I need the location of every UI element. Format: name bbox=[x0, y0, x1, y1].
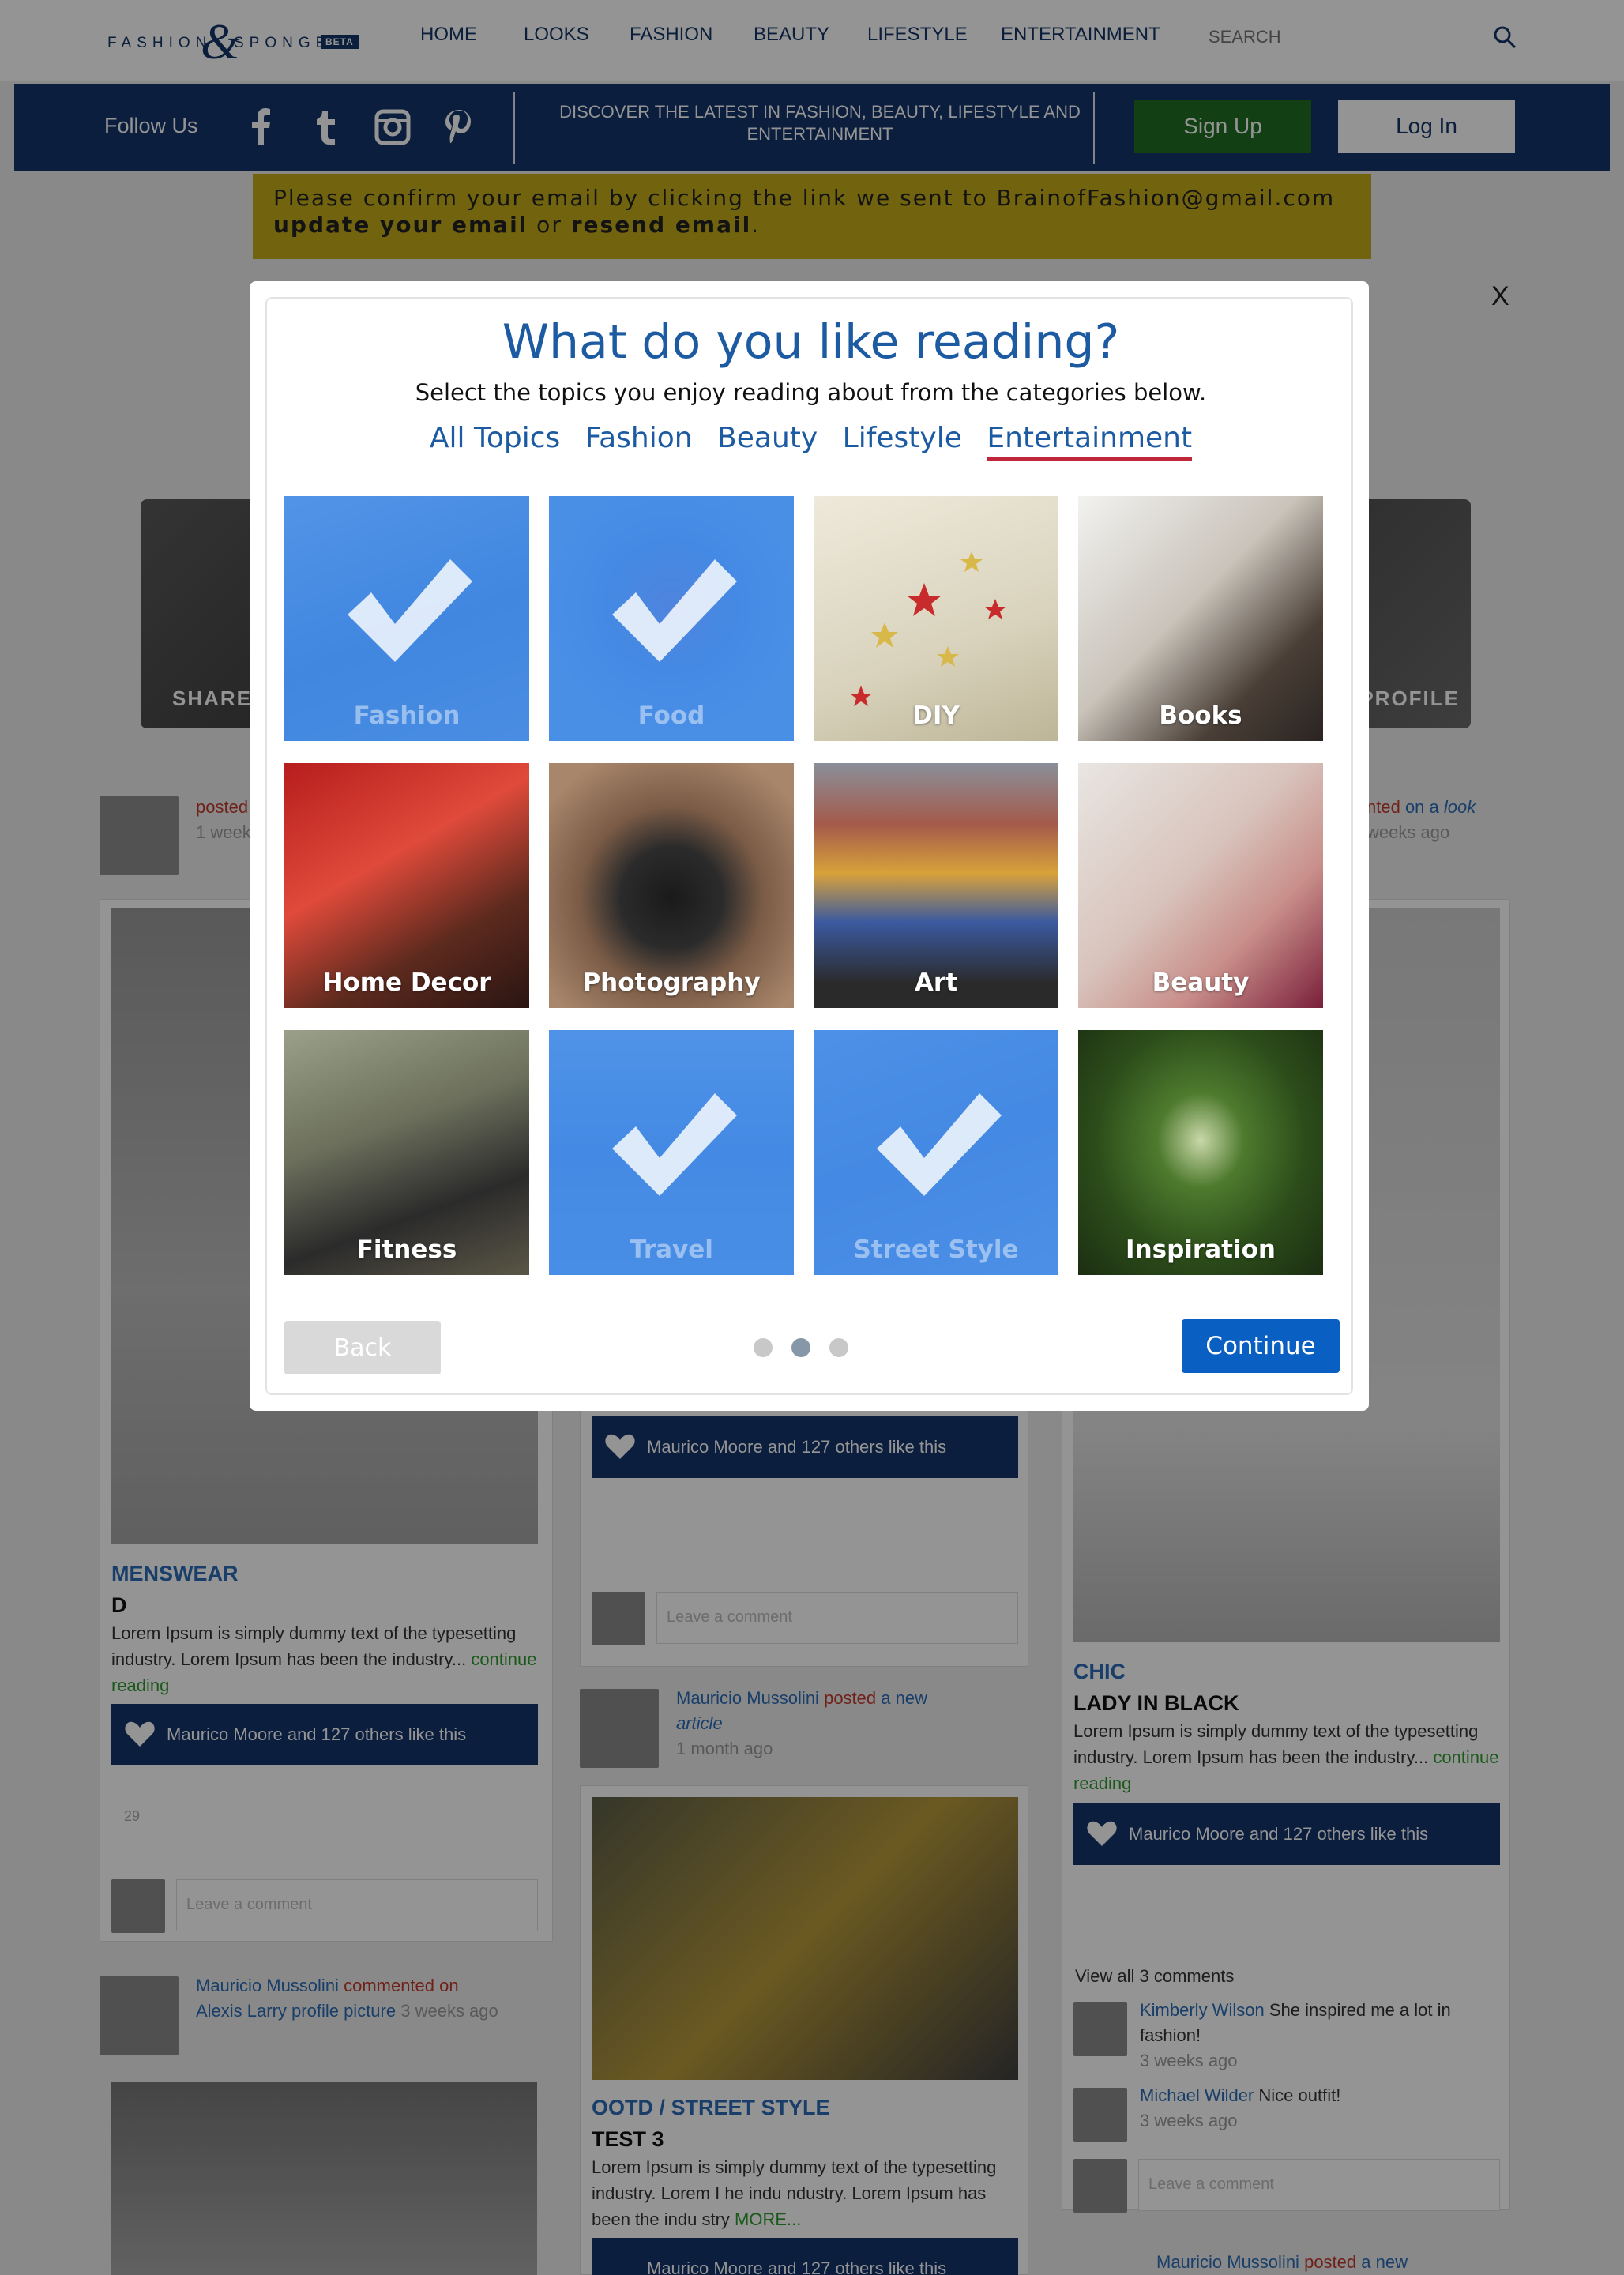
tab-entertainment[interactable]: Entertainment bbox=[987, 422, 1193, 461]
topic-tile-food[interactable]: Food bbox=[549, 496, 794, 741]
page-dot-3[interactable] bbox=[829, 1338, 848, 1357]
topic-label: Food bbox=[637, 701, 705, 730]
topic-label: Art bbox=[914, 968, 958, 997]
modal-frame: What do you like reading? Select the top… bbox=[265, 297, 1353, 1395]
topic-label: Inspiration bbox=[1126, 1235, 1276, 1264]
topic-tabs: All Topics Fashion Beauty Lifestyle Ente… bbox=[267, 422, 1355, 461]
close-modal-button[interactable]: X bbox=[1491, 281, 1509, 312]
topic-label: DIY bbox=[912, 701, 960, 730]
topic-label: Books bbox=[1159, 701, 1242, 730]
topic-picker-modal: What do you like reading? Select the top… bbox=[250, 281, 1369, 1411]
continue-button[interactable]: Continue bbox=[1182, 1319, 1340, 1373]
modal-subtitle: Select the topics you enjoy reading abou… bbox=[415, 379, 1207, 406]
modal-title: What do you like reading? bbox=[502, 314, 1120, 370]
tab-lifestyle[interactable]: Lifestyle bbox=[843, 422, 962, 457]
checkmark-icon bbox=[612, 559, 737, 662]
page-dot-2[interactable] bbox=[791, 1338, 810, 1357]
topic-tile-fashion[interactable]: Fashion bbox=[284, 496, 529, 741]
topic-tile-fitness[interactable]: Fitness bbox=[284, 1030, 529, 1275]
checkmark-icon bbox=[348, 559, 472, 662]
topic-tile-inspiration[interactable]: Inspiration bbox=[1078, 1030, 1323, 1275]
topic-label: Travel bbox=[630, 1235, 713, 1264]
topic-tile-street-style[interactable]: Street Style bbox=[814, 1030, 1058, 1275]
topic-label: Fashion bbox=[353, 701, 461, 730]
tab-beauty[interactable]: Beauty bbox=[717, 422, 818, 457]
topic-tile-travel[interactable]: Travel bbox=[549, 1030, 794, 1275]
tab-all-topics[interactable]: All Topics bbox=[430, 422, 560, 457]
checkmark-icon bbox=[877, 1093, 1002, 1196]
tab-fashion[interactable]: Fashion bbox=[585, 422, 693, 457]
page-dot-1[interactable] bbox=[754, 1338, 773, 1357]
topic-label: Photography bbox=[582, 968, 761, 997]
checkmark-icon bbox=[612, 1093, 737, 1196]
back-button[interactable]: Back bbox=[284, 1321, 441, 1374]
topic-tile-photography[interactable]: Photography bbox=[549, 763, 794, 1008]
topic-label: Beauty bbox=[1152, 968, 1250, 997]
topic-label: Fitness bbox=[356, 1235, 457, 1264]
topic-tile-beauty[interactable]: Beauty bbox=[1078, 763, 1323, 1008]
topic-label: Home Decor bbox=[322, 968, 491, 997]
topic-tile-books[interactable]: Books bbox=[1078, 496, 1323, 741]
topic-tile-art[interactable]: Art bbox=[814, 763, 1058, 1008]
topic-label: Street Style bbox=[853, 1235, 1019, 1264]
topic-tile-diy[interactable]: DIY bbox=[814, 496, 1058, 741]
topic-tile-home-decor[interactable]: Home Decor bbox=[284, 763, 529, 1008]
